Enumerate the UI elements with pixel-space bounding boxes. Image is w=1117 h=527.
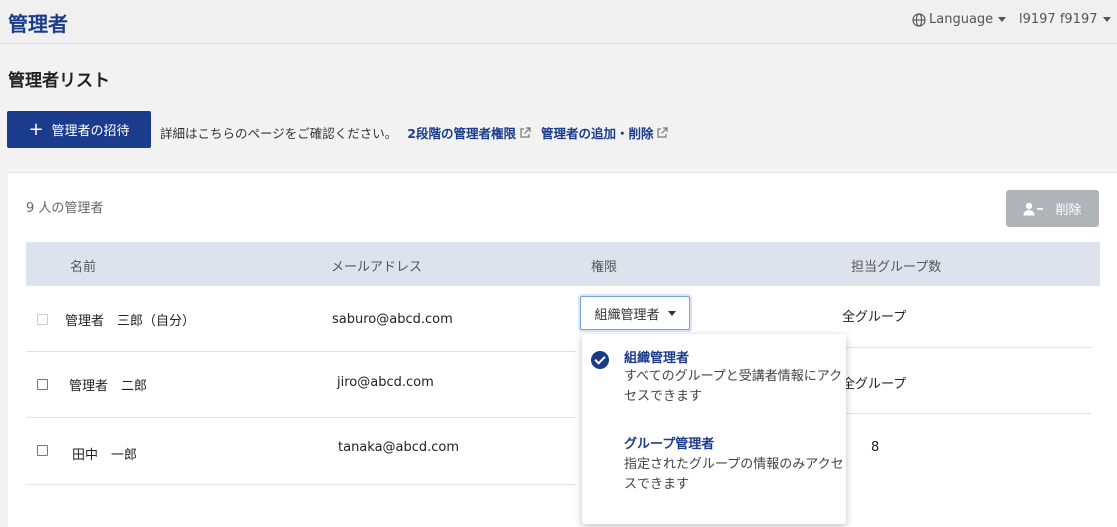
admin-email: tanaka@abcd.com [338,440,459,455]
admin-name: 管理者 二郎 [69,375,147,394]
app-header: 管理者 Language l9197 f9197 [0,0,1117,44]
admin-name: 田中 一郎 [72,444,137,463]
link-label: 管理者の追加・削除 [541,123,654,142]
role-option-title: グループ管理者 [624,433,714,452]
role-option-org-admin[interactable]: 組織管理者 すべてのグループと受講者情報にアクセスできます [582,334,846,420]
delete-button[interactable]: 削除 [1006,190,1099,227]
row-divider [26,417,576,418]
app-title: 管理者 [8,8,68,37]
language-selector[interactable]: Language [912,12,1006,27]
row-checkbox [37,314,48,325]
check-circle-icon [591,351,609,369]
chevron-down-icon [668,311,676,316]
row-divider [26,351,576,352]
admin-email: saburo@abcd.com [332,312,453,327]
row-divider [846,413,1091,414]
chevron-down-icon [998,17,1006,22]
column-header-groups[interactable]: 担当グループ数 [851,256,941,275]
row-checkbox[interactable] [37,379,48,390]
info-line: 詳細はこちらのページをご確認ください。 2段階の管理者権限 管理者の追加・削除 [160,123,668,142]
role-option-title: 組織管理者 [624,347,689,366]
role-option-description: 指定されたグループの情報のみアクセスできます [624,455,846,495]
row-checkbox[interactable] [37,445,48,456]
info-text: 詳細はこちらのページをご確認ください。 [160,123,397,142]
row-divider [846,347,1091,348]
column-header-name[interactable]: 名前 [70,256,96,275]
delete-label: 削除 [1055,199,1081,218]
external-link-icon [519,127,531,139]
remove-user-icon [1023,202,1045,216]
user-name: l9197 f9197 [1019,12,1098,27]
plus-icon: + [28,121,43,139]
chevron-down-icon [1103,17,1111,22]
table-header: 名前 メールアドレス 権限 担当グループ数 [26,242,1100,286]
user-menu[interactable]: l9197 f9197 [1019,12,1111,27]
admin-list-card [8,172,1117,527]
external-link-icon [656,127,668,139]
column-header-email[interactable]: メールアドレス [331,256,422,275]
role-dropdown-menu: 組織管理者 すべてのグループと受講者情報にアクセスできます グループ管理者 指定… [582,334,846,524]
admin-name: 管理者 三郎（自分） [65,310,195,329]
invite-admin-label: 管理者の招待 [52,120,130,139]
language-label: Language [929,12,993,27]
admin-groups: 全グループ [842,306,906,325]
row-divider [26,484,576,485]
admin-email: jiro@abcd.com [337,375,434,390]
link-add-remove-admin[interactable]: 管理者の追加・削除 [541,123,669,142]
page-title: 管理者リスト [8,66,110,91]
link-two-level-permissions[interactable]: 2段階の管理者権限 [407,123,531,142]
admin-groups: 8 [871,440,879,455]
invite-admin-button[interactable]: + 管理者の招待 [7,111,151,148]
role-option-group-admin[interactable]: グループ管理者 指定されたグループの情報のみアクセスできます [582,424,846,520]
link-label: 2段階の管理者権限 [407,123,516,142]
role-select-value: 組織管理者 [594,304,659,323]
admin-count: 9 人の管理者 [26,197,103,216]
globe-icon [912,13,926,27]
admin-groups: 全グループ [842,373,906,392]
column-header-role[interactable]: 権限 [591,256,617,275]
role-select[interactable]: 組織管理者 [580,296,690,330]
role-option-description: すべてのグループと受講者情報にアクセスできます [624,367,846,407]
